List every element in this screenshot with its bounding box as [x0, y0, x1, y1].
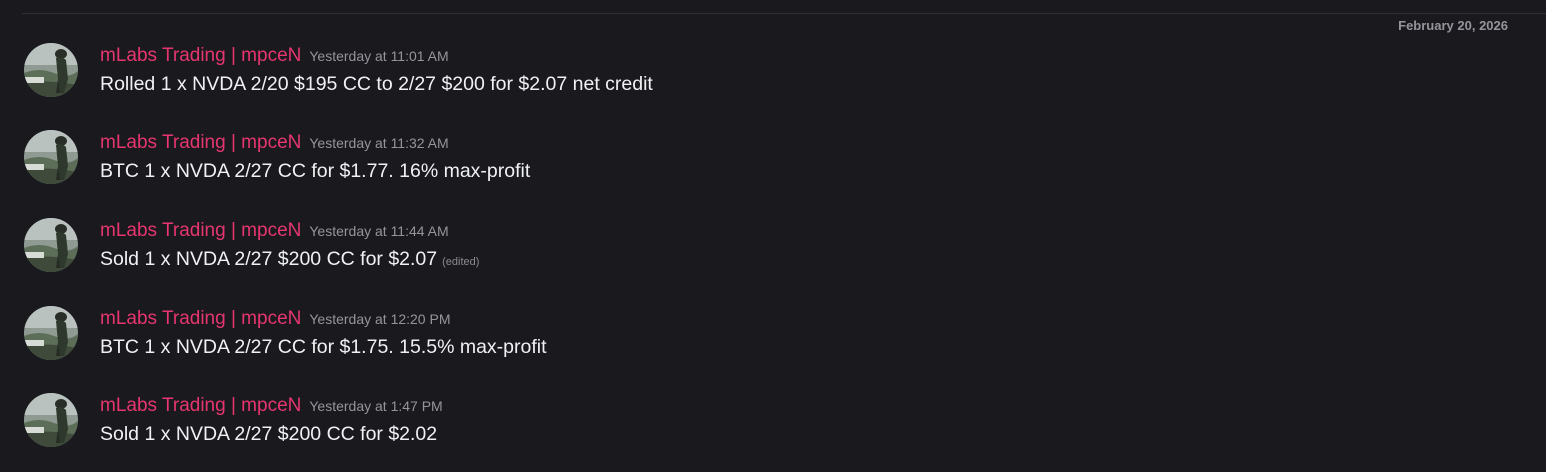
- date-divider-label: February 20, 2026: [1390, 17, 1516, 35]
- message-item[interactable]: mLabs Trading | mpceN Yesterday at 11:01 …: [0, 43, 1546, 123]
- date-divider: February 20, 2026: [22, 13, 1546, 35]
- message-item[interactable]: mLabs Trading | mpceN Yesterday at 11:44 …: [0, 218, 1546, 298]
- timestamp[interactable]: Yesterday at 12:20 PM: [309, 311, 450, 327]
- message-item[interactable]: mLabs Trading | mpceN Yesterday at 11:32 …: [0, 130, 1546, 210]
- avatar[interactable]: [24, 130, 78, 184]
- timestamp[interactable]: Yesterday at 1:47 PM: [309, 398, 442, 414]
- timestamp[interactable]: Yesterday at 11:01 AM: [309, 48, 448, 64]
- message-content: Sold 1 x NVDA 2/27 $200 CC for $2.02: [100, 420, 437, 448]
- message-text: Sold 1 x NVDA 2/27 $200 CC for $2.02: [100, 423, 438, 445]
- avatar-image: [24, 306, 78, 360]
- message-header: mLabs Trading | mpceN Yesterday at 11:32 …: [100, 130, 449, 156]
- avatar[interactable]: [24, 393, 78, 447]
- message-header: mLabs Trading | mpceN Yesterday at 11:01 …: [100, 43, 449, 69]
- message-content: Rolled 1 x NVDA 2/20 $195 CC to 2/27 $20…: [100, 70, 653, 98]
- message-content: BTC 1 x NVDA 2/27 CC for $1.75. 15.5% ma…: [100, 333, 547, 361]
- avatar-image: [24, 218, 78, 272]
- message-header: mLabs Trading | mpceN Yesterday at 11:44 …: [100, 218, 449, 244]
- message-header: mLabs Trading | mpceN Yesterday at 1:47 P…: [100, 393, 443, 419]
- message-item[interactable]: mLabs Trading | mpceN Yesterday at 12:20 …: [0, 306, 1546, 386]
- avatar[interactable]: [24, 306, 78, 360]
- timestamp[interactable]: Yesterday at 11:44 AM: [309, 223, 448, 239]
- username[interactable]: mLabs Trading | mpceN: [100, 220, 301, 241]
- username[interactable]: mLabs Trading | mpceN: [100, 308, 301, 329]
- avatar[interactable]: [24, 218, 78, 272]
- message-text: Rolled 1 x NVDA 2/20 $195 CC to 2/27 $20…: [100, 73, 653, 95]
- message-text: BTC 1 x NVDA 2/27 CC for $1.77. 16% max-…: [100, 160, 531, 182]
- username[interactable]: mLabs Trading | mpceN: [100, 395, 301, 416]
- avatar[interactable]: [24, 43, 78, 97]
- message-text: BTC 1 x NVDA 2/27 CC for $1.75. 15.5% ma…: [100, 336, 547, 358]
- message-list: February 20, 2026 mLabs Trading | mpceN Y…: [0, 0, 1546, 472]
- timestamp[interactable]: Yesterday at 11:32 AM: [309, 135, 448, 151]
- avatar-image: [24, 393, 78, 447]
- message-text: Sold 1 x NVDA 2/27 $200 CC for $2.07: [100, 248, 438, 270]
- avatar-image: [24, 43, 78, 97]
- message-item[interactable]: mLabs Trading | mpceN Yesterday at 1:47 P…: [0, 393, 1546, 472]
- message-content: Sold 1 x NVDA 2/27 $200 CC for $2.07 (edi…: [100, 245, 479, 276]
- message-header: mLabs Trading | mpceN Yesterday at 12:20 …: [100, 306, 451, 332]
- message-content: BTC 1 x NVDA 2/27 CC for $1.77. 16% max-…: [100, 157, 530, 185]
- username[interactable]: mLabs Trading | mpceN: [100, 132, 301, 153]
- username[interactable]: mLabs Trading | mpceN: [100, 45, 301, 66]
- avatar-image: [24, 130, 78, 184]
- edited-label: (edited): [442, 256, 480, 268]
